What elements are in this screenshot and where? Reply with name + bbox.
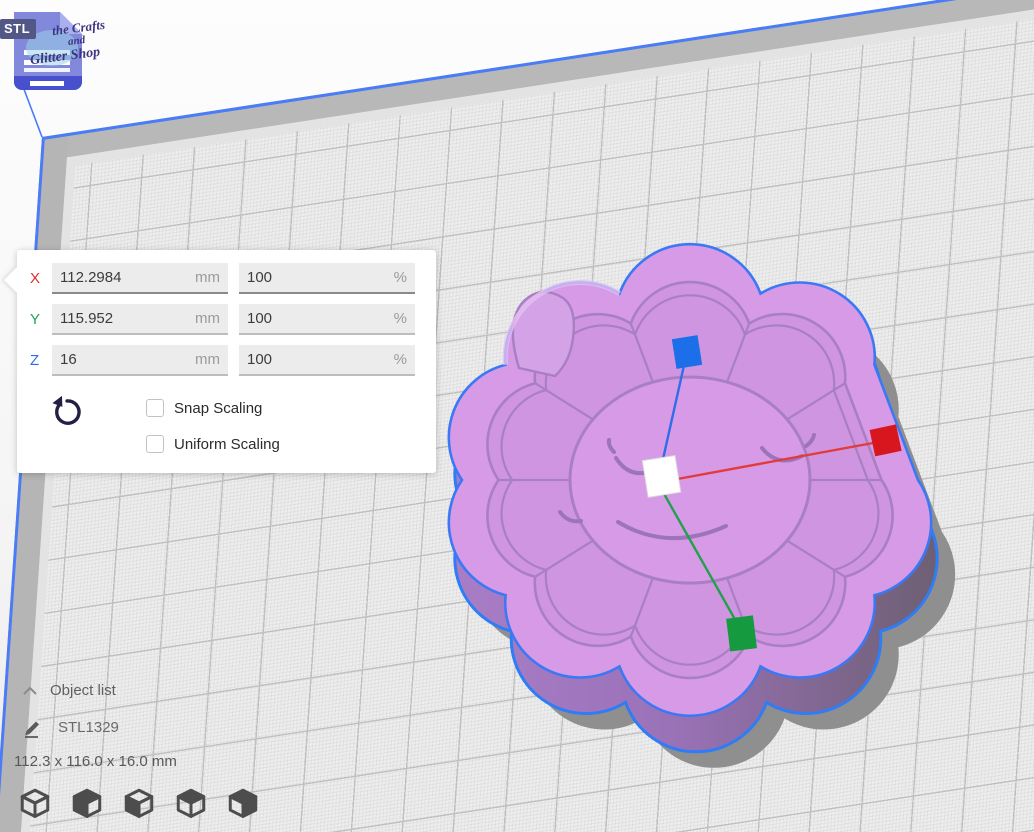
scale-y-mm-value: 115.952 [60, 310, 113, 327]
object-list-item[interactable]: STL1329 [22, 716, 119, 738]
scale-z-percent-value: 100 [247, 351, 272, 368]
scale-x-mm-value: 112.2984 [60, 269, 121, 286]
stl-file-watermark: STL the Crafts and Glitter Shop [0, 2, 100, 102]
scale-y-percent-unit: % [394, 310, 407, 327]
axis-label-y: Y [30, 311, 52, 328]
scale-z-percent-unit: % [394, 351, 407, 368]
scale-z-mm-value: 16 [60, 351, 77, 368]
scale-handle-z[interactable] [672, 335, 702, 369]
snap-scaling-label: Snap Scaling [174, 400, 262, 417]
stl-badge: STL [0, 19, 36, 39]
scale-x-percent-unit: % [394, 269, 407, 286]
axis-label-z: Z [30, 352, 52, 369]
scale-row-x: X 112.2984 mm 100 % [30, 263, 436, 294]
scale-x-percent-input[interactable]: 100 % [239, 263, 415, 294]
camera-view-toolbar [18, 786, 278, 820]
scale-y-mm-input[interactable]: 115.952 mm [52, 304, 228, 335]
uniform-scaling-checkbox[interactable] [146, 435, 164, 453]
chevron-up-icon [22, 685, 38, 697]
reset-scale-button[interactable] [49, 395, 83, 429]
pencil-icon [22, 716, 44, 738]
view-top-icon[interactable] [122, 786, 156, 820]
uniform-scaling-row: Uniform Scaling [146, 434, 436, 454]
scale-y-percent-input[interactable]: 100 % [239, 304, 415, 335]
scale-row-z: Z 16 mm 100 % [30, 345, 436, 376]
flower-face-circle [570, 377, 810, 583]
scale-z-mm-input[interactable]: 16 mm [52, 345, 228, 376]
scale-z-percent-input[interactable]: 100 % [239, 345, 415, 376]
scale-tool-panel: X 112.2984 mm 100 % Y 115.952 mm 100 % Z [17, 250, 436, 473]
view-front-icon[interactable] [70, 786, 104, 820]
view-right-icon[interactable] [226, 786, 260, 820]
snap-scaling-row: Snap Scaling [146, 398, 436, 418]
scale-x-mm-unit: mm [195, 269, 220, 286]
view-3d-icon[interactable] [18, 786, 52, 820]
scale-row-y: Y 115.952 mm 100 % [30, 304, 436, 335]
scale-z-mm-unit: mm [195, 351, 220, 368]
flower-mold-model[interactable] [449, 244, 955, 768]
mold-tab-petal [513, 292, 574, 376]
cura-viewport: X 112.2984 mm 100 % Y 115.952 mm 100 % Z [0, 0, 1034, 832]
model-dimensions-label: 112.3 x 116.0 x 16.0 mm [14, 753, 177, 770]
scale-x-mm-input[interactable]: 112.2984 mm [52, 263, 228, 294]
scale-y-mm-unit: mm [195, 310, 220, 327]
scale-handle-center[interactable] [642, 456, 680, 498]
object-item-name: STL1329 [58, 719, 119, 736]
snap-scaling-checkbox[interactable] [146, 399, 164, 417]
object-list-header[interactable]: Object list [22, 682, 116, 699]
scale-x-percent-value: 100 [247, 269, 272, 286]
panel-pointer-arrow [4, 267, 17, 293]
scale-handle-x[interactable] [870, 424, 902, 456]
object-list-title: Object list [50, 682, 116, 699]
scale-y-percent-value: 100 [247, 310, 272, 327]
uniform-scaling-label: Uniform Scaling [174, 436, 280, 453]
view-left-icon[interactable] [174, 786, 208, 820]
axis-label-x: X [30, 270, 52, 287]
scale-handle-y[interactable] [726, 615, 757, 651]
